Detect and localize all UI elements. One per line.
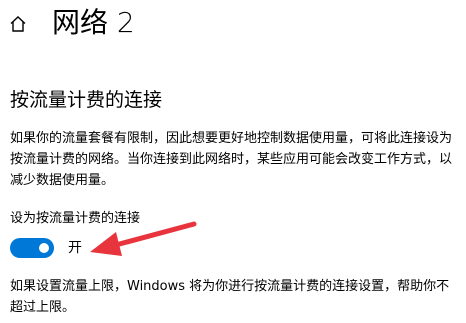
annotation-arrow-icon bbox=[90, 221, 197, 256]
metered-toggle-row: 开 bbox=[10, 237, 82, 259]
metered-footnote: 如果设置流量上限，Windows 将为你进行按流量计费的连接设置，帮助你不超过上… bbox=[10, 279, 450, 315]
toggle-state-label: 开 bbox=[68, 240, 82, 256]
toggle-knob bbox=[39, 243, 49, 253]
home-icon bbox=[10, 16, 26, 32]
section-heading: 按流量计费的连接 bbox=[10, 89, 163, 111]
metered-toggle-switch[interactable] bbox=[10, 238, 54, 258]
page-header: 网络 2 bbox=[0, 0, 466, 60]
page-title: 网络 2 bbox=[52, 6, 135, 39]
metered-description: 如果你的流量套餐有限制，因此想要更好地控制数据使用量，可将此连接设为按流量计费的… bbox=[10, 131, 453, 188]
home-button[interactable] bbox=[8, 14, 28, 34]
